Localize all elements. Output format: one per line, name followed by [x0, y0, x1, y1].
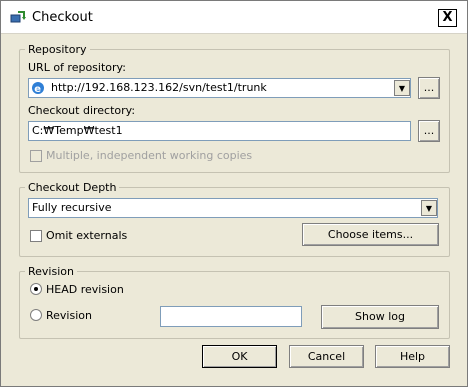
- directory-browse-button[interactable]: ...: [418, 120, 440, 142]
- depth-select[interactable]: Fully recursive: [28, 198, 438, 218]
- show-log-button[interactable]: Show log: [321, 305, 439, 329]
- checkout-depth-group-label: Checkout Depth: [25, 181, 120, 194]
- url-browse-label: ...: [423, 81, 435, 94]
- repository-group-label: Repository: [25, 43, 90, 56]
- choose-items-label: Choose items...: [327, 228, 414, 241]
- depth-selected-value[interactable]: Fully recursive: [32, 201, 111, 214]
- directory-browse-label: ...: [423, 124, 435, 137]
- revision-group-label: Revision: [25, 265, 77, 278]
- title-bar[interactable]: Checkout X: [1, 1, 467, 34]
- omit-externals-checkbox[interactable]: [30, 230, 42, 242]
- ok-label: OK: [231, 350, 248, 363]
- radio-selected-dot: [34, 287, 38, 291]
- revision-radio[interactable]: [30, 309, 42, 321]
- url-value[interactable]: http://192.168.123.162/svn/test1/trunk: [51, 81, 267, 94]
- cancel-button[interactable]: Cancel: [289, 345, 364, 368]
- revision-input[interactable]: [160, 306, 302, 327]
- revision-label: Revision: [46, 309, 92, 322]
- checkout-dialog: Checkout X Repository URL of repository:…: [0, 0, 468, 387]
- svg-text:e: e: [34, 84, 41, 95]
- checkout-directory-field[interactable]: C:₩Temp₩test1: [28, 121, 411, 141]
- multiple-working-copies-checkbox[interactable]: [30, 150, 42, 162]
- checkout-icon: [10, 11, 26, 23]
- cancel-label: Cancel: [307, 350, 346, 363]
- help-label: Help: [399, 350, 426, 363]
- url-dropdown-arrow[interactable]: ▼: [394, 80, 410, 96]
- url-browse-button[interactable]: ...: [418, 77, 440, 99]
- internet-explorer-icon: e: [32, 82, 44, 95]
- ok-button[interactable]: OK: [202, 345, 277, 368]
- close-icon: X: [442, 10, 453, 25]
- choose-items-button[interactable]: Choose items...: [302, 223, 439, 246]
- head-revision-radio[interactable]: [30, 283, 42, 295]
- multiple-working-copies-label: Multiple, independent working copies: [46, 149, 253, 162]
- url-label: URL of repository:: [28, 61, 126, 74]
- dialog-title: Checkout: [32, 10, 93, 25]
- url-combobox[interactable]: e http://192.168.123.162/svn/test1/trunk: [28, 78, 411, 98]
- checkout-directory-value[interactable]: C:₩Temp₩test1: [32, 124, 123, 137]
- close-button[interactable]: X: [438, 9, 457, 27]
- checkout-directory-label: Checkout directory:: [28, 104, 136, 117]
- head-revision-label: HEAD revision: [46, 283, 124, 296]
- omit-externals-label: Omit externals: [46, 229, 128, 242]
- show-log-label: Show log: [355, 310, 405, 323]
- help-button[interactable]: Help: [375, 345, 450, 368]
- depth-dropdown-arrow[interactable]: ▼: [421, 200, 437, 216]
